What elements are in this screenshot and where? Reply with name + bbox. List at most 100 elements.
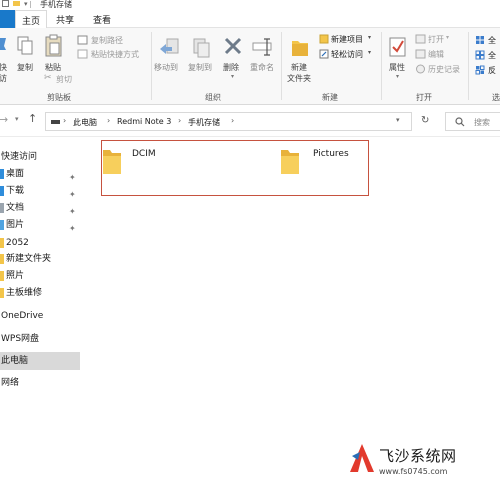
copy-path-button[interactable]: 复制路径 [91, 35, 123, 46]
history-button[interactable]: 历史记录 [428, 64, 460, 75]
new-folder-label-1[interactable]: 新建 [291, 62, 307, 73]
invert-selection-button[interactable]: 反 [488, 65, 496, 76]
group-separator [468, 32, 469, 100]
watermark: 飞沙系统网 www.fs0745.com [348, 438, 500, 487]
device-icon [51, 120, 60, 124]
select-none-icon[interactable] [475, 50, 485, 60]
cut-icon[interactable]: ✂ [44, 73, 52, 83]
copy-to-button[interactable]: 复制到 [188, 62, 212, 73]
group-clipboard-label: 剪贴板 [47, 93, 71, 102]
new-folder-label-2[interactable]: 文件夹 [287, 73, 311, 84]
open-button[interactable]: 打开 [428, 34, 444, 45]
nav-photos[interactable]: 照片 [0, 267, 80, 285]
group-select-label: 选 [492, 93, 500, 102]
breadcrumb-phone-storage[interactable]: 手机存储 [188, 117, 220, 128]
move-to-button[interactable]: 移动到 [154, 62, 178, 73]
new-item-button[interactable]: 新建项目 [331, 34, 363, 45]
nav-new-folder[interactable]: 新建文件夹 [0, 250, 80, 268]
open-icon[interactable] [415, 34, 426, 44]
tab-file[interactable] [0, 10, 15, 28]
tab-view[interactable]: 查看 [93, 13, 111, 26]
select-all-icon[interactable] [475, 35, 485, 45]
nav-mainboard-label: 主板维修 [6, 288, 43, 298]
rename-icon[interactable] [251, 37, 273, 57]
edit-button[interactable]: 编辑 [428, 49, 444, 60]
folder-icon [0, 288, 4, 298]
nav-network-label: 网络 [1, 378, 20, 388]
title-separator [30, 1, 31, 8]
delete-button[interactable]: 删除 [223, 62, 239, 73]
folder-item-pictures[interactable]: Pictures [280, 145, 370, 185]
documents-icon [0, 203, 4, 213]
easy-access-dropdown-icon[interactable]: ▾ [368, 49, 371, 56]
breadcrumb-separator-icon[interactable]: › [178, 116, 181, 125]
invert-selection-icon[interactable] [475, 65, 485, 75]
tab-share[interactable]: 共享 [56, 13, 74, 26]
nav-this-pc[interactable]: 此电脑 [0, 352, 80, 370]
copy-icon[interactable] [17, 36, 33, 56]
watermark-logo [350, 444, 374, 472]
nav-quick-access[interactable]: 快速访问 [0, 148, 80, 166]
quick-save-icon[interactable] [2, 0, 9, 7]
easy-access-icon[interactable] [319, 49, 329, 59]
paste-icon[interactable] [44, 34, 64, 58]
nav-desktop[interactable]: 桌面 ✦ [0, 165, 80, 183]
group-new-label: 新建 [322, 93, 338, 102]
nav-mainboard-repair[interactable]: 主板维修 [0, 284, 80, 302]
address-dropdown-icon[interactable]: ▾ [396, 116, 400, 124]
chevron-down-icon[interactable]: ▾ [24, 0, 28, 8]
move-to-icon[interactable] [158, 37, 180, 59]
nav-wps-drive[interactable]: WPS网盘 [0, 330, 80, 348]
breadcrumb-separator-icon[interactable]: › [107, 116, 110, 125]
copy-button[interactable]: 复制 [17, 62, 33, 73]
edit-icon[interactable] [415, 49, 426, 59]
search-box[interactable]: 搜索 [445, 112, 500, 131]
paste-button[interactable]: 粘贴 [45, 62, 61, 73]
easy-access-button[interactable]: 轻松访问 [331, 49, 363, 60]
pin-quick-access-label-2[interactable]: 访 [0, 73, 7, 84]
properties-dropdown-icon[interactable]: ▾ [396, 73, 399, 80]
open-dropdown-icon[interactable]: ▾ [446, 34, 449, 41]
rename-button[interactable]: 重命名 [250, 62, 274, 73]
copy-to-icon[interactable] [190, 37, 212, 59]
history-icon[interactable] [415, 64, 426, 74]
nav-onedrive-label: OneDrive [1, 311, 44, 321]
select-all-button[interactable]: 全 [488, 35, 496, 46]
delete-dropdown-icon[interactable]: ▾ [231, 73, 234, 80]
nav-network[interactable]: 网络 [0, 374, 80, 392]
nav-photos-label: 照片 [6, 271, 25, 281]
group-organize-label: 组织 [205, 93, 221, 102]
nav-onedrive[interactable]: OneDrive [0, 307, 80, 325]
nav-downloads[interactable]: 下载 ✦ [0, 182, 80, 200]
nav-desktop-label: 桌面 [6, 169, 25, 179]
address-bar[interactable]: › 此电脑 › Redmi Note 3 › 手机存储 › ▾ [45, 112, 412, 131]
select-none-button[interactable]: 全 [488, 50, 496, 61]
breadcrumb-device[interactable]: Redmi Note 3 [117, 117, 171, 126]
group-separator [151, 32, 152, 100]
forward-arrow-icon[interactable]: → [0, 113, 8, 126]
copy-path-icon[interactable] [77, 35, 88, 45]
new-item-icon[interactable] [319, 34, 329, 44]
cut-button[interactable]: 剪切 [56, 74, 72, 85]
new-item-dropdown-icon[interactable]: ▾ [368, 34, 371, 41]
properties-icon[interactable] [389, 36, 407, 58]
breadcrumb-this-pc[interactable]: 此电脑 [73, 117, 97, 128]
new-folder-icon[interactable] [291, 36, 309, 58]
pin-quick-access-label-1[interactable]: 快 [0, 62, 7, 73]
window-title: 手机存储 [40, 0, 72, 9]
breadcrumb-separator-icon[interactable]: › [231, 116, 234, 125]
paste-shortcut-button[interactable]: 粘贴快捷方式 [91, 49, 139, 60]
paste-shortcut-icon[interactable] [77, 49, 88, 59]
nav-pictures[interactable]: 图片 ✦ [0, 216, 80, 234]
properties-button[interactable]: 属性 [389, 62, 405, 73]
nav-documents[interactable]: 文档 ✦ [0, 199, 80, 217]
refresh-icon[interactable]: ↻ [421, 115, 429, 126]
search-placeholder: 搜索 [474, 118, 490, 127]
breadcrumb-separator-icon[interactable]: › [63, 116, 66, 125]
up-arrow-icon[interactable]: ↑ [28, 112, 37, 125]
delete-icon[interactable] [223, 36, 243, 56]
folder-item-dcim[interactable]: DCIM [102, 145, 192, 185]
pin-icon[interactable] [0, 36, 8, 56]
recent-dropdown-icon[interactable]: ▾ [15, 115, 19, 123]
tab-home[interactable]: 主页 [15, 10, 48, 29]
